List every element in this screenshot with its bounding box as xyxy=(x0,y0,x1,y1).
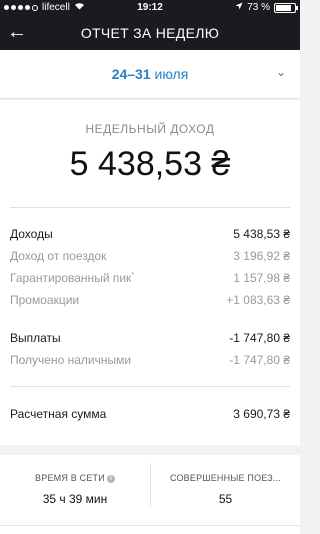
period-month: июля xyxy=(154,66,189,82)
battery-icon xyxy=(274,2,298,13)
divider xyxy=(0,525,300,526)
stats-panel: ВРЕМЯ В СЕТИ i 35 ч 39 мин СОВЕРШЕННЫЕ ПО… xyxy=(0,455,300,534)
settlement-row: Расчетная сумма 3 690,73 ₴ xyxy=(10,404,290,424)
battery-percent: 73 % xyxy=(247,2,270,13)
guaranteed-peak-row: Гарантированный пик* 1 157,98 ₴ xyxy=(10,268,290,288)
promotions-value: +1 083,63 ₴ xyxy=(226,293,290,307)
income-row: Доходы 5 438,53 ₴ xyxy=(10,224,290,244)
navigation-bar: ← ОТЧЕТ ЗА НЕДЕЛЮ xyxy=(0,16,300,50)
period-range[interactable]: 24–31 июля xyxy=(0,66,300,82)
online-time-label: ВРЕМЯ В СЕТИ xyxy=(35,473,105,483)
status-bar: lifecell 19:12 73 % xyxy=(0,0,300,16)
trip-income-label: Доход от поездок xyxy=(10,249,107,263)
trip-income-value: 3 196,92 ₴ xyxy=(233,249,290,263)
cash-received-row: Получено наличными -1 747,80 ₴ xyxy=(10,350,290,370)
guaranteed-peak-value: 1 157,98 ₴ xyxy=(233,271,290,285)
period-selector[interactable]: 24–31 июля ⌄ xyxy=(0,50,300,99)
footnote-mark: * xyxy=(131,272,135,279)
period-days: 24–31 xyxy=(111,66,151,82)
guaranteed-peak-label: Гарантированный пик xyxy=(10,271,132,285)
settlement-label: Расчетная сумма xyxy=(10,407,107,421)
settlement-value: 3 690,73 ₴ xyxy=(233,407,290,421)
location-arrow-icon xyxy=(235,2,243,13)
online-time-value: 35 ч 39 мин xyxy=(42,492,108,506)
earnings-card: НЕДЕЛЬНЫЙ ДОХОД 5 438,53 ₴ Доходы 5 438,… xyxy=(0,100,300,445)
cash-received-value: -1 747,80 ₴ xyxy=(229,353,290,367)
payouts-label: Выплаты xyxy=(10,331,61,345)
income-value: 5 438,53 ₴ xyxy=(233,227,290,241)
promotions-label: Промоакции xyxy=(10,293,80,307)
payouts-value: -1 747,80 ₴ xyxy=(229,331,290,345)
weekly-income-total: 5 438,53 ₴ xyxy=(69,145,231,183)
completed-trips-value: 55 xyxy=(218,492,233,506)
promotions-row: Промоакции +1 083,63 ₴ xyxy=(10,290,290,310)
cash-received-label: Получено наличными xyxy=(10,353,132,367)
page-title: ОТЧЕТ ЗА НЕДЕЛЮ xyxy=(80,25,220,41)
trip-income-row: Доход от поездок 3 196,92 ₴ xyxy=(10,246,290,266)
weekly-income-label: НЕДЕЛЬНЫЙ ДОХОД xyxy=(85,122,215,136)
online-time-stat: ВРЕМЯ В СЕТИ i 35 ч 39 мин xyxy=(0,455,150,515)
info-icon[interactable]: i xyxy=(106,475,115,483)
completed-trips-stat: СОВЕРШЕННЫЕ ПОЕЗ... 55 xyxy=(151,455,300,515)
divider xyxy=(10,207,290,208)
payouts-row: Выплаты -1 747,80 ₴ xyxy=(10,328,290,348)
divider xyxy=(10,386,290,387)
completed-trips-label: СОВЕРШЕННЫЕ ПОЕЗ... xyxy=(169,473,282,483)
income-label: Доходы xyxy=(10,227,53,241)
chevron-down-icon[interactable]: ⌄ xyxy=(276,65,286,79)
